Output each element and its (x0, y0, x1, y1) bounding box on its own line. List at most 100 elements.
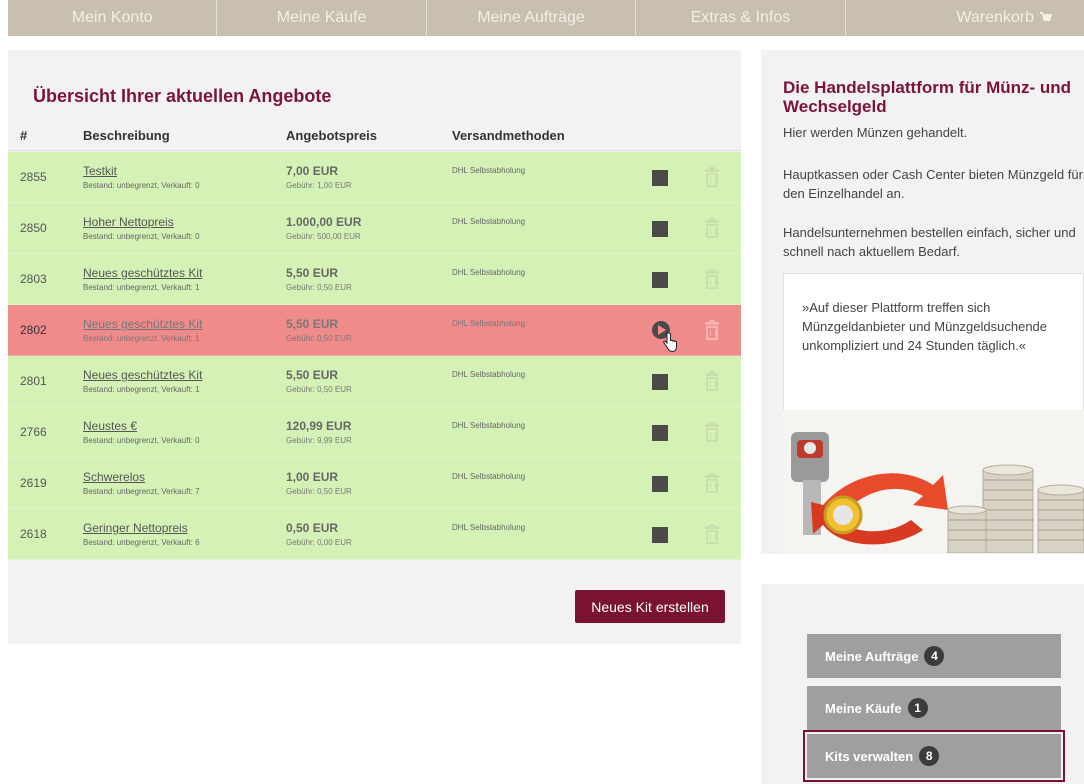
offer-shipping: DHL Selbstabholung (452, 472, 526, 481)
offer-shipping: DHL Selbstabholung (452, 370, 526, 379)
count-badge: 8 (919, 746, 940, 766)
offer-stock: Bestand: unbegrenzt, Verkauft: 0 (83, 181, 200, 190)
sidebar-paragraph: Hauptkassen oder Cash Center bieten Münz… (783, 167, 1083, 201)
table-row: 2766 Neustes € Bestand: unbegrenzt, Verk… (8, 407, 741, 458)
quote-box: »Auf dieser Plattform treffen sich Münzg… (783, 273, 1084, 415)
offer-fee: Gebühr: 0,50 EUR (286, 283, 352, 292)
offer-id: 2855 (20, 170, 47, 184)
offer-name-link[interactable]: Testkit (83, 164, 117, 178)
offer-fee: Gebühr: 0,50 EUR (286, 334, 352, 343)
stop-icon[interactable] (652, 221, 668, 237)
offer-stock: Bestand: unbegrenzt, Verkauft: 1 (83, 334, 200, 343)
offer-name-link[interactable]: Hoher Nettopreis (83, 215, 174, 229)
offer-fee: Gebühr: 1,00 EUR (286, 181, 352, 190)
offer-stock: Bestand: unbegrenzt, Verkauft: 1 (83, 283, 200, 292)
count-badge: 4 (924, 646, 945, 666)
offer-price: 1.000,00 EUR (286, 215, 362, 229)
sidebar-paragraph: Handelsunternehmen bestellen einfach, si… (783, 225, 1076, 259)
sidebar-link-meine-auftraege[interactable]: Meine Aufträge 4 (807, 634, 1061, 678)
stop-icon[interactable] (652, 425, 668, 441)
count-badge: 1 (907, 698, 928, 718)
offer-stock: Bestand: unbegrenzt, Verkauft: 1 (83, 385, 200, 394)
offers-panel: Übersicht Ihrer aktuellen Angebote # Bes… (8, 50, 741, 644)
offer-price: 120,99 EUR (286, 419, 352, 433)
offer-name-link[interactable]: Neues geschütztes Kit (83, 317, 202, 331)
trash-icon[interactable] (705, 218, 719, 238)
sidebar-link-meine-kaeufe[interactable]: Meine Käufe 1 (807, 686, 1061, 730)
offer-name-link[interactable]: Neustes € (83, 419, 137, 433)
offers-table: 2855 Testkit Bestand: unbegrenzt, Verkau… (8, 152, 741, 560)
offer-price: 0,50 EUR (286, 521, 339, 535)
offer-shipping: DHL Selbstabholung (452, 166, 526, 175)
nav-warenkorb[interactable]: Warenkorb (846, 0, 1084, 36)
offer-id: 2766 (20, 425, 47, 439)
sidebar-link-label: Meine Aufträge (825, 648, 919, 664)
cart-icon (1040, 12, 1054, 24)
offer-shipping: DHL Selbstabholung (452, 268, 526, 277)
top-nav: Mein Konto Meine Käufe Meine Aufträge Ex… (8, 0, 1084, 36)
stop-icon[interactable] (652, 170, 668, 186)
nav-meine-auftraege[interactable]: Meine Aufträge (427, 0, 637, 36)
table-row: 2618 Geringer Nettopreis Bestand: unbegr… (8, 509, 741, 560)
nav-meine-kaeufe[interactable]: Meine Käufe (217, 0, 427, 36)
stop-icon[interactable] (652, 527, 668, 543)
nav-label: Extras & Infos (690, 9, 791, 26)
stop-icon[interactable] (652, 272, 668, 288)
table-row: 2802 Neues geschütztes Kit Bestand: unbe… (8, 305, 741, 356)
col-price-header: Angebotspreis (286, 128, 378, 143)
stop-icon[interactable] (652, 374, 668, 390)
trash-icon[interactable] (705, 320, 719, 340)
stop-icon[interactable] (652, 476, 668, 492)
offer-stock: Bestand: unbegrenzt, Verkauft: 0 (83, 232, 200, 241)
offer-shipping: DHL Selbstabholung (452, 421, 526, 430)
offer-fee: Gebühr: 0,00 EUR (286, 538, 352, 547)
nav-extras-infos[interactable]: Extras & Infos (636, 0, 846, 36)
trash-icon[interactable] (705, 371, 719, 391)
coin-machine-image (783, 410, 1084, 553)
sidebar-paragraph: Hier werden Münzen gehandelt. (783, 125, 968, 140)
offer-id: 2850 (20, 221, 47, 235)
new-kit-button[interactable]: Neues Kit erstellen (575, 590, 725, 623)
nav-label: Warenkorb (956, 9, 1035, 26)
trash-icon[interactable] (705, 167, 719, 187)
offer-name-link[interactable]: Neues geschütztes Kit (83, 368, 202, 382)
offer-id: 2801 (20, 374, 47, 388)
offer-id: 2802 (20, 323, 47, 337)
offer-shipping: DHL Selbstabholung (452, 319, 526, 328)
col-id-header: # (20, 128, 28, 143)
nav-label: Meine Aufträge (477, 9, 585, 26)
page-title: Übersicht Ihrer aktuellen Angebote (33, 86, 332, 106)
offer-name-link[interactable]: Geringer Nettopreis (83, 521, 188, 535)
offer-price: 1,00 EUR (286, 470, 339, 484)
offer-fee: Gebühr: 9,99 EUR (286, 436, 352, 445)
table-row: 2801 Neues geschütztes Kit Bestand: unbe… (8, 356, 741, 407)
offer-fee: Gebühr: 500,00 EUR (286, 232, 361, 241)
account-links-panel: Meine Aufträge 4 Meine Käufe 1 Kits verw… (761, 584, 1084, 784)
table-row: 2803 Neues geschütztes Kit Bestand: unbe… (8, 254, 741, 305)
nav-mein-konto[interactable]: Mein Konto (8, 0, 218, 36)
offer-price: 7,00 EUR (286, 164, 339, 178)
sidebar-link-label: Kits verwalten (825, 748, 914, 764)
trash-icon[interactable] (705, 524, 719, 544)
trash-icon[interactable] (705, 422, 719, 442)
table-row: 2619 Schwerelos Bestand: unbegrenzt, Ver… (8, 458, 741, 509)
table-header: # Beschreibung Angebotspreis Versandmeth… (8, 122, 741, 148)
offer-id: 2803 (20, 272, 47, 286)
sidebar-link-label: Meine Käufe (825, 700, 902, 716)
offer-name-link[interactable]: Neues geschütztes Kit (83, 266, 202, 280)
hand-cursor-icon (663, 333, 677, 353)
offer-name-link[interactable]: Schwerelos (83, 470, 145, 484)
offer-id: 2619 (20, 476, 47, 490)
quote-text: »Auf dieser Plattform treffen sich Münzg… (802, 300, 1048, 353)
offer-fee: Gebühr: 0,50 EUR (286, 487, 352, 496)
offer-price: 5,50 EUR (286, 266, 339, 280)
col-description-header: Beschreibung (83, 128, 170, 143)
nav-label: Meine Käufe (276, 9, 367, 26)
sidebar-link-kits-verwalten[interactable]: Kits verwalten 8 (803, 730, 1065, 782)
trash-icon[interactable] (705, 269, 719, 289)
offer-stock: Bestand: unbegrenzt, Verkauft: 0 (83, 436, 200, 445)
trash-icon[interactable] (705, 473, 719, 493)
divider (8, 150, 741, 151)
offer-price: 5,50 EUR (286, 317, 339, 331)
offer-stock: Bestand: unbegrenzt, Verkauft: 6 (83, 538, 200, 547)
